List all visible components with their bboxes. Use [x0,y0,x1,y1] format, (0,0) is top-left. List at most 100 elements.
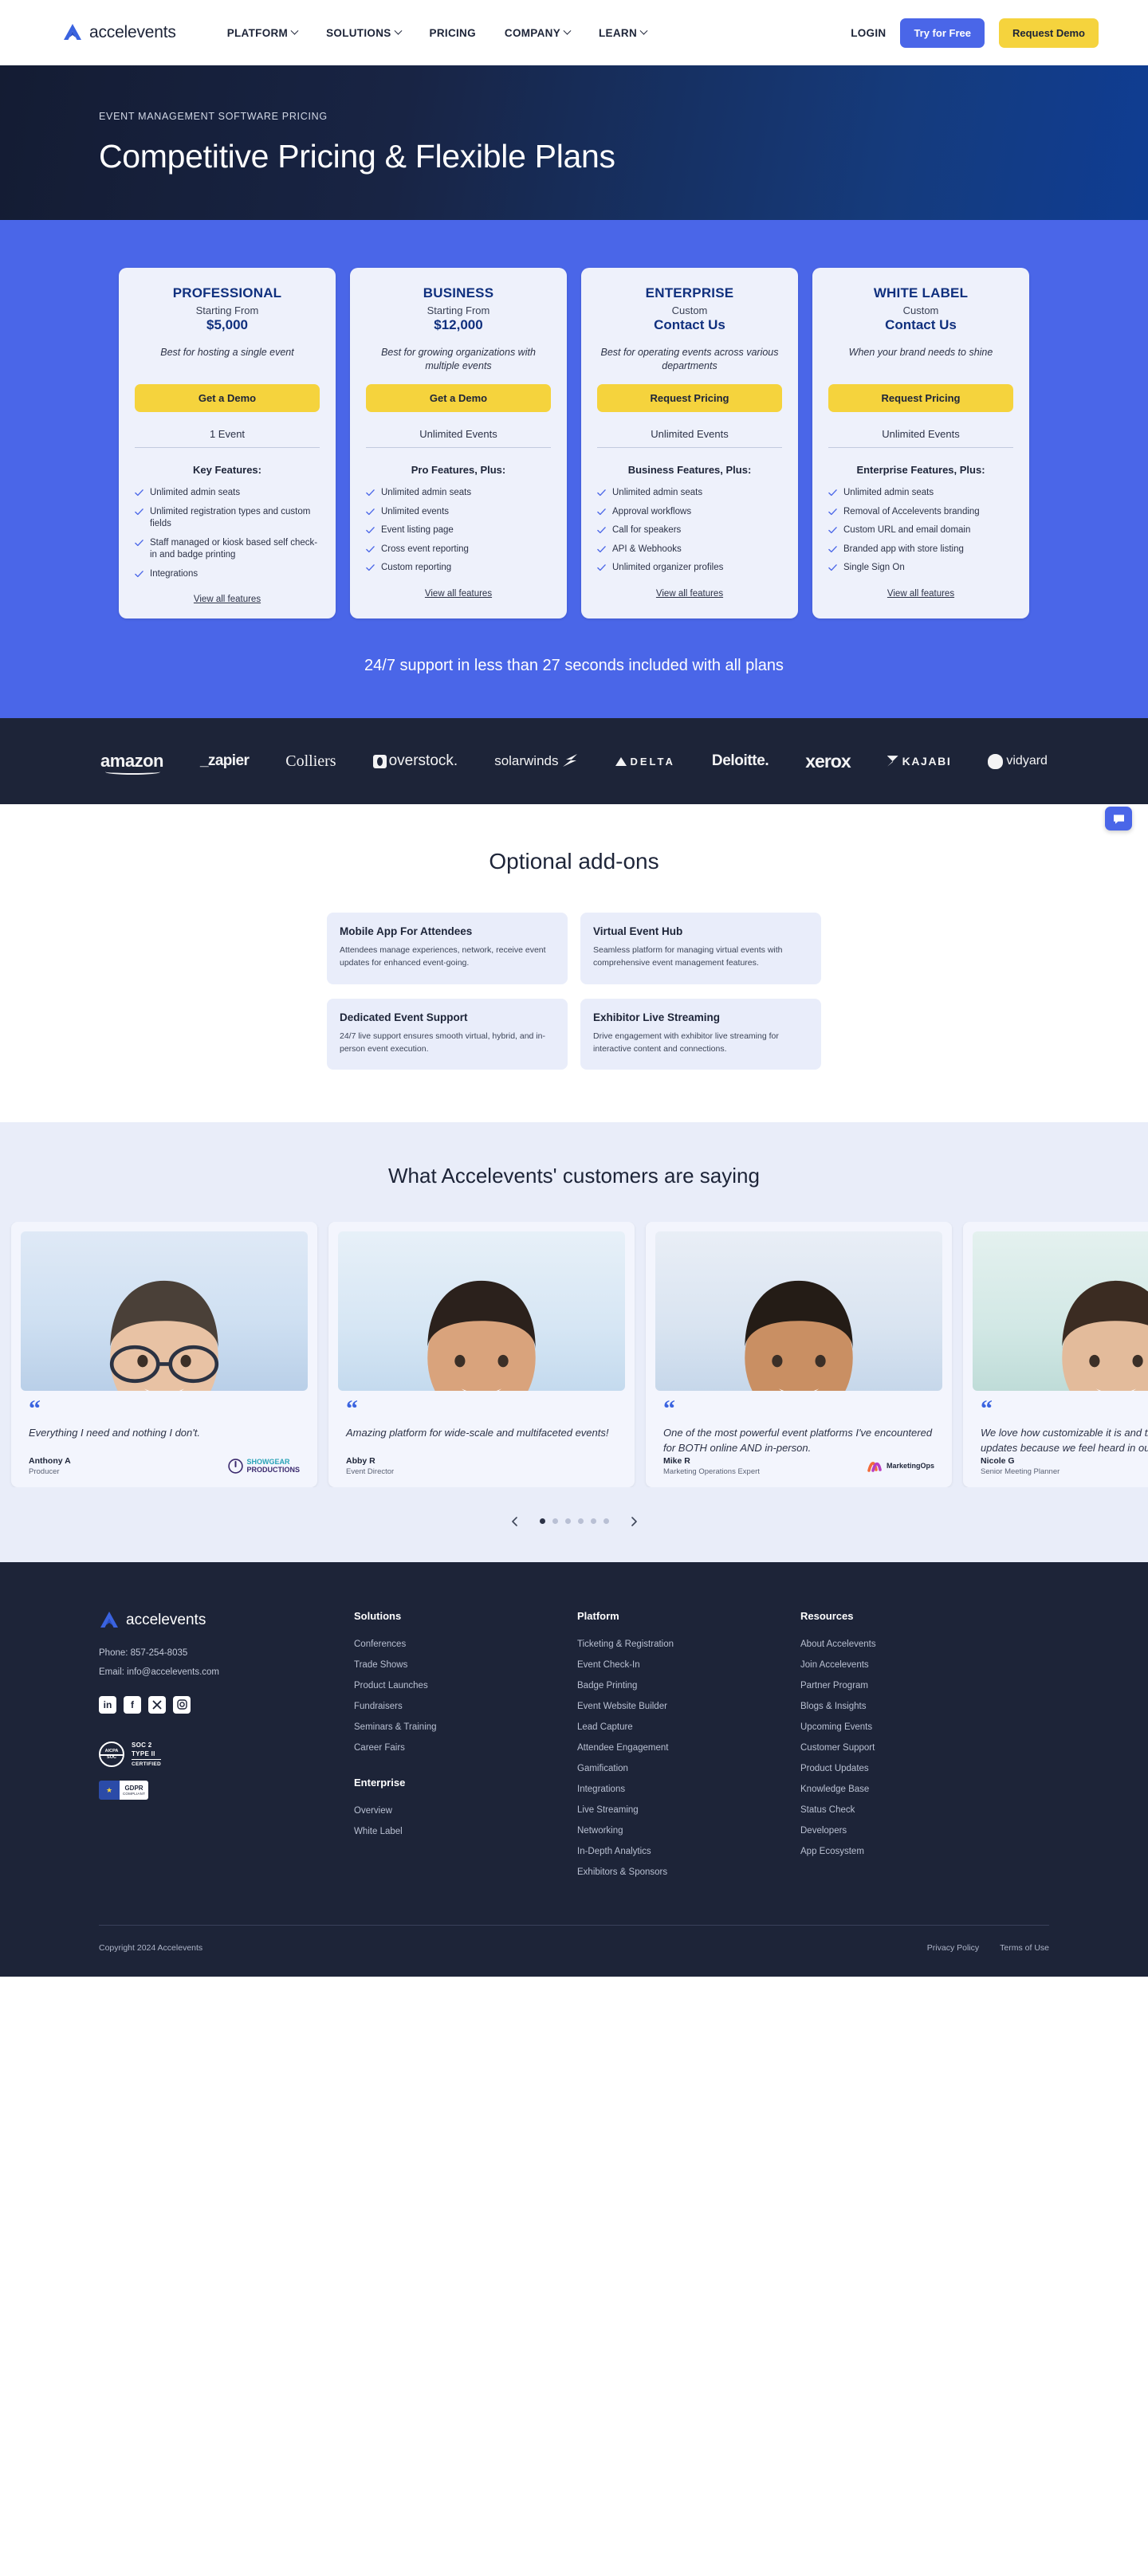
plan-cta-button[interactable]: Get a Demo [135,384,320,412]
footer-link[interactable]: Event Website Builder [577,1702,800,1711]
footer-link[interactable]: Seminars & Training [354,1722,577,1732]
carousel-dot[interactable] [564,1518,571,1525]
addon-card[interactable]: Dedicated Event Support 24/7 live suppor… [327,998,568,1070]
addon-card[interactable]: Mobile App For Attendees Attendees manag… [327,913,568,984]
testimonial-author: Nicole G Senior Meeting Planner [981,1456,1060,1476]
carousel-next-button[interactable] [625,1513,643,1530]
footer-link[interactable]: In-Depth Analytics [577,1847,800,1856]
login-link[interactable]: LOGIN [851,27,886,39]
footer-link[interactable]: Integrations [577,1785,800,1794]
footer-link[interactable]: Partner Program [800,1681,1024,1690]
testimonial-photo [21,1231,308,1392]
footer-link[interactable]: Developers [800,1826,1024,1836]
footer-link[interactable]: Product Launches [354,1681,577,1690]
feature-label: Integrations [150,568,199,579]
view-all-features-link[interactable]: View all features [366,589,551,599]
footer-logo[interactable]: accelevents [99,1610,354,1631]
facebook-icon[interactable]: f [124,1695,141,1714]
chevron-down-icon [290,26,299,35]
footer-link[interactable]: Knowledge Base [800,1785,1024,1794]
footer-link[interactable]: Live Streaming [577,1805,800,1815]
footer-link[interactable]: App Ecosystem [800,1847,1024,1856]
feature-item: Unlimited admin seats [135,487,320,500]
addon-card[interactable]: Exhibitor Live Streaming Drive engagemen… [580,998,821,1070]
footer-link[interactable]: Customer Support [800,1743,1024,1753]
privacy-policy-link[interactable]: Privacy Policy [927,1943,979,1953]
linkedin-icon[interactable]: in [99,1695,116,1714]
instagram-icon[interactable] [173,1695,191,1714]
footer-link[interactable]: Ticketing & Registration [577,1639,800,1649]
plan-cta-button[interactable]: Get a Demo [366,384,551,412]
nav-item-learn[interactable]: LEARN [599,26,648,39]
carousel-dot[interactable] [590,1518,596,1525]
nav-item-pricing[interactable]: PRICING [430,27,476,39]
try-for-free-button[interactable]: Try for Free [900,18,985,48]
footer-link[interactable]: Fundraisers [354,1702,577,1711]
carousel-prev-button[interactable] [506,1513,524,1530]
eu-stars-icon: ★ [99,1781,120,1800]
feature-item: Unlimited admin seats [597,487,782,500]
addon-card[interactable]: Virtual Event Hub Seamless platform for … [580,913,821,984]
carousel-dot[interactable] [577,1518,584,1525]
checkmark-icon [828,564,837,571]
plan-cta-button[interactable]: Request Pricing [828,384,1013,412]
view-all-features-link[interactable]: View all features [135,595,320,604]
brand-logo[interactable]: accelevents [62,22,176,43]
x-glyph-icon [152,1700,162,1710]
marketingops-swoosh-icon [867,1462,882,1473]
carousel-dot[interactable] [539,1518,545,1525]
footer-link[interactable]: Exhibitors & Sponsors [577,1867,800,1877]
footer-link[interactable]: Career Fairs [354,1743,577,1753]
nav-item-company[interactable]: COMPANY [505,26,572,39]
feature-item: Unlimited registration types and custom … [135,506,320,531]
logo-overstock: overstock. [372,752,458,770]
feature-item: Unlimited admin seats [828,487,1013,500]
x-twitter-icon[interactable] [148,1695,166,1714]
instagram-glyph-icon [176,1699,187,1710]
nav-label: PRICING [429,26,476,39]
aicpa-label: AICPA [104,1748,119,1753]
view-all-features-link[interactable]: View all features [828,589,1013,599]
chat-widget-button[interactable] [1105,807,1132,831]
footer-link[interactable]: White Label [354,1827,577,1836]
footer-link[interactable]: About Accelevents [800,1639,1024,1649]
footer-link[interactable]: Lead Capture [577,1722,800,1732]
plan-cta-button[interactable]: Request Pricing [597,384,782,412]
footer-phone: Phone: 857-254-8035 [99,1647,188,1658]
checkmark-icon [135,539,144,546]
footer-link[interactable]: Status Check [800,1805,1024,1815]
nav-item-platform[interactable]: PLATFORM [227,26,299,39]
footer-link[interactable]: Networking [577,1826,800,1836]
footer-link[interactable]: Trade Shows [354,1660,577,1670]
person-portrait-illustration [427,1281,536,1392]
request-demo-button[interactable]: Request Demo [998,18,1099,48]
footer-link[interactable]: Join Accelevents [800,1660,1024,1670]
nav-label: SOLUTIONS [326,26,391,39]
footer-link[interactable]: Event Check-In [577,1660,800,1670]
footer-link[interactable]: Badge Printing [577,1681,800,1690]
checkmark-icon [597,564,606,571]
testimonial-photo [973,1231,1148,1392]
footer-link[interactable]: Gamification [577,1764,800,1773]
testimonial-name: Mike R [663,1455,690,1466]
terms-of-use-link[interactable]: Terms of Use [1000,1943,1049,1953]
footer-link[interactable]: Conferences [354,1639,577,1649]
feature-label: Custom reporting [381,563,452,573]
footer-link[interactable]: Blogs & Insights [800,1702,1024,1711]
logo-xerox-text: xerox [805,750,851,772]
footer-column-platform: Platform Ticketing & Registration Event Ch… [577,1610,800,1888]
gdpr-text: GDPR COMPLIANT [120,1781,148,1800]
quote-icon: “ [663,1396,675,1423]
carousel-dot[interactable] [603,1518,609,1525]
footer-link[interactable]: Product Updates [800,1764,1024,1773]
checkmark-icon [597,527,606,534]
checkmark-icon [366,545,375,552]
view-all-features-link[interactable]: View all features [597,589,782,599]
footer-link[interactable]: Upcoming Events [800,1722,1024,1732]
testimonial-author: Abby R Event Director [346,1456,394,1476]
footer-link[interactable]: Attendee Engagement [577,1743,800,1753]
carousel-dot[interactable] [552,1518,558,1525]
nav-item-solutions[interactable]: SOLUTIONS [326,26,402,39]
footer-link[interactable]: Overview [354,1806,577,1816]
gdpr-badge: ★ GDPR COMPLIANT [99,1781,148,1800]
